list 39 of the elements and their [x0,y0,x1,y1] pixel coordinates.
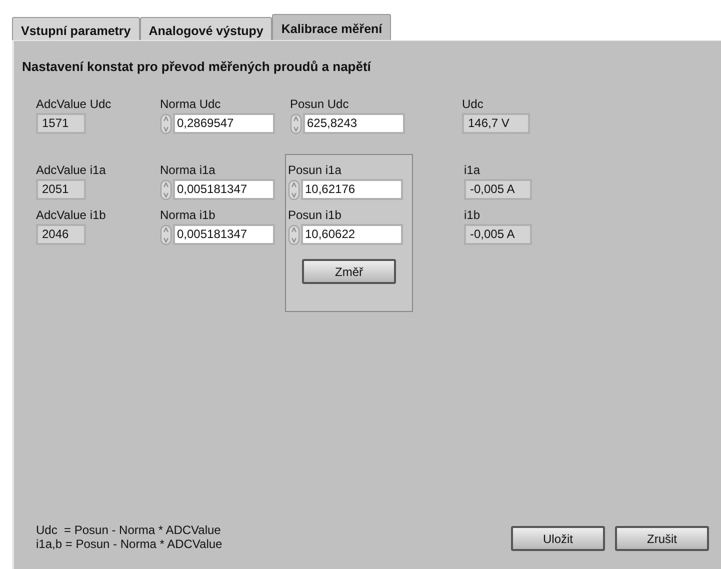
number-field[interactable]: 10,60622 [301,224,403,245]
field-label: i1b [464,208,482,223]
formula-text: i1a,b = Posun - Norma * ADCValue [36,537,222,551]
number-field[interactable]: 0,2869547 [173,113,275,134]
field-label: Posun Udc [290,97,350,112]
spinner-icon[interactable] [160,224,172,244]
spinner-icon[interactable] [290,114,302,134]
number-field[interactable]: 625,8243 [303,113,405,134]
number-field[interactable]: 0,005181347 [173,224,275,245]
section-heading: Nastavení konstat pro převod měřených proudů a napětí [22,58,371,76]
dialog-button[interactable]: Uložit [511,526,605,551]
number-field[interactable]: 10,62176 [301,179,403,200]
readout-field: -0,005 A [464,224,532,245]
tab[interactable]: Kalibrace měření [272,14,392,40]
number-field[interactable]: 0,005181347 [173,179,275,200]
field-label: AdcValue Udc [36,97,112,112]
readout-field: 2046 [36,224,86,245]
spinner-icon[interactable] [160,114,172,134]
field-label: AdcValue i1a [36,163,107,178]
readout-field: 146,7 V [462,113,530,134]
readout-field: -0,005 A [464,179,532,200]
field-label: Norma i1b [160,208,216,223]
field-label: Norma Udc [160,97,222,112]
measure-button[interactable]: Změř [302,259,396,284]
readout-field: 1571 [36,113,86,134]
field-label: i1a [464,163,482,178]
field-label: Udc [462,97,484,112]
formula-text: Udc = Posun - Norma * ADCValue [36,523,222,537]
tab[interactable]: Analogové výstupy [140,17,272,40]
dialog-button[interactable]: Zrušit [615,526,709,551]
tab[interactable]: Vstupní parametry [12,17,140,40]
field-label: Posun i1a [288,163,342,178]
readout-field: 2051 [36,179,86,200]
spinner-icon[interactable] [288,180,300,200]
field-label: AdcValue i1b [36,208,107,223]
field-label: Posun i1b [288,208,342,223]
spinner-icon[interactable] [160,180,172,200]
field-label: Norma i1a [160,163,216,178]
spinner-icon[interactable] [288,224,300,244]
